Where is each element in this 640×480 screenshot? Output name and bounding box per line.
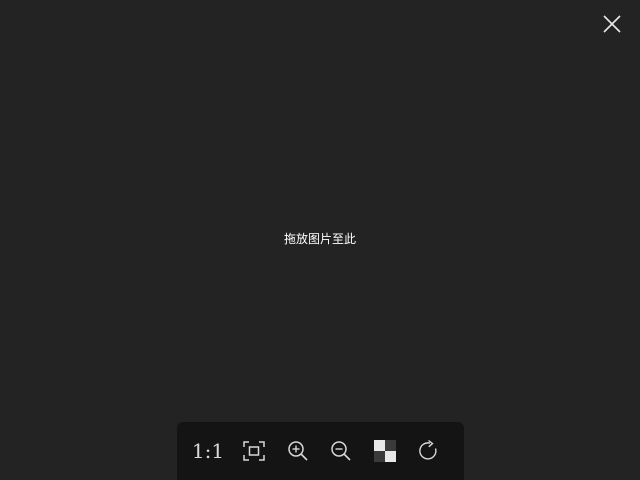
rotate-button[interactable] [414,436,444,466]
zoom-out-button[interactable] [326,436,356,466]
toolbar: 1:1 [177,422,464,480]
image-viewer[interactable]: 拖放图片至此 1:1 [0,0,640,480]
checkerboard-icon [374,440,397,462]
close-icon [603,15,621,33]
rotate-clockwise-icon [419,439,437,460]
zoom-in-icon [287,441,308,461]
toggle-background-button[interactable] [370,436,400,466]
close-button[interactable] [600,12,624,36]
drop-hint-text: 拖放图片至此 [283,232,356,246]
zoom-out-icon [331,441,351,461]
fit-screen-icon [243,441,265,461]
zoom-in-button[interactable] [283,436,313,466]
actual-size-button[interactable]: 1:1 [191,436,225,466]
fit-to-window-button[interactable] [239,436,269,466]
